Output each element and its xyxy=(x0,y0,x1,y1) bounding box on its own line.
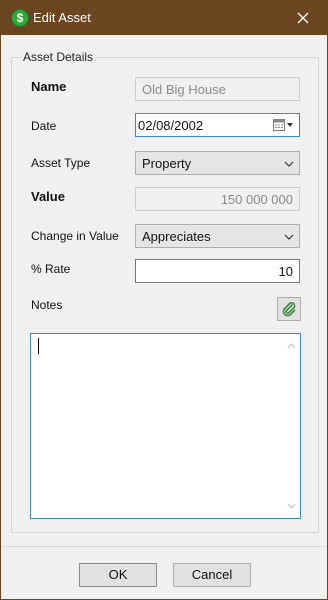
title-bar: $ Edit Asset xyxy=(1,1,327,35)
rate-input[interactable]: 10 xyxy=(135,259,300,283)
cancel-button[interactable]: Cancel xyxy=(173,563,251,587)
edit-asset-dialog: $ Edit Asset Asset Details Name Old Big … xyxy=(0,0,328,600)
notes-scrollbar[interactable] xyxy=(283,334,300,518)
value-label: Value xyxy=(31,189,65,204)
rate-value: 10 xyxy=(278,264,293,279)
ok-button[interactable]: OK xyxy=(79,563,157,587)
value-amount: 150 000 000 xyxy=(220,192,293,207)
attach-button[interactable] xyxy=(277,297,301,321)
name-label: Name xyxy=(31,79,67,94)
window-title: Edit Asset xyxy=(33,10,91,25)
name-field: Old Big House xyxy=(135,77,300,101)
chevron-down-icon xyxy=(284,234,294,240)
change-in-value-label: Change in Value xyxy=(31,229,119,243)
date-label: Date xyxy=(31,119,57,133)
value-field: 150 000 000 xyxy=(135,187,300,211)
group-legend: Asset Details xyxy=(20,50,97,64)
notes-label: Notes xyxy=(31,298,63,312)
asset-type-value: Property xyxy=(142,156,192,171)
asset-type-label: Asset Type xyxy=(31,156,91,170)
text-caret xyxy=(38,338,39,354)
close-icon[interactable] xyxy=(283,2,323,34)
change-in-value-select[interactable]: Appreciates xyxy=(135,224,300,248)
rate-label: % Rate xyxy=(31,262,71,276)
footer-divider xyxy=(2,546,326,547)
paperclip-icon xyxy=(282,302,296,317)
change-in-value-value: Appreciates xyxy=(142,229,211,244)
dollar-coin-icon: $ xyxy=(11,9,29,27)
date-value: 02/08/2002 xyxy=(138,118,204,133)
asset-type-select[interactable]: Property xyxy=(135,151,300,175)
name-value: Old Big House xyxy=(142,82,226,97)
calendar-dropdown-icon[interactable] xyxy=(273,119,295,134)
chevron-down-icon xyxy=(284,161,294,167)
date-picker[interactable]: 02/08/2002 xyxy=(135,113,300,137)
notes-textarea[interactable] xyxy=(30,333,301,519)
